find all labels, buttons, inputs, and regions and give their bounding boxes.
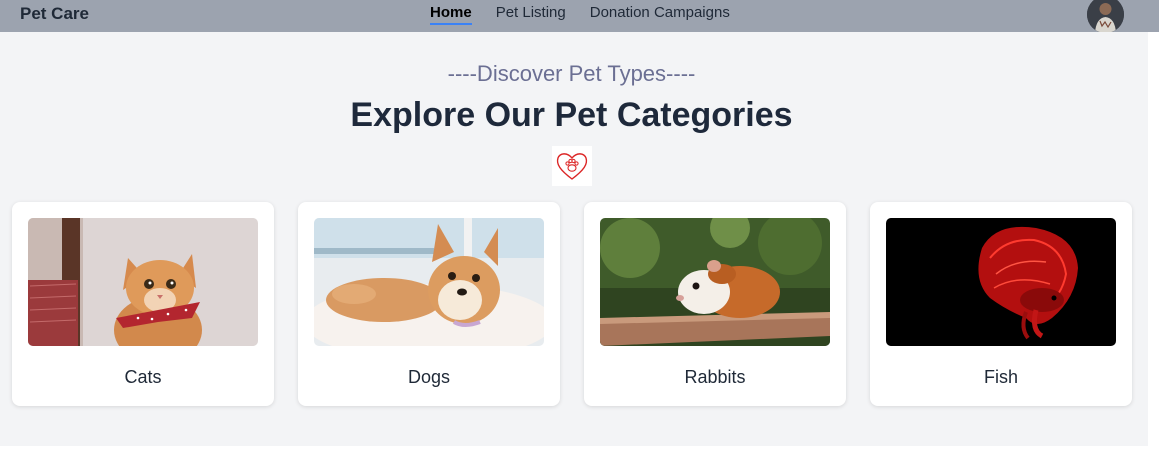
betta-fish-photo bbox=[886, 218, 1116, 346]
category-card-fish[interactable]: Fish bbox=[870, 202, 1132, 406]
nav-link-pet-listing[interactable]: Pet Listing bbox=[496, 4, 566, 25]
navbar: Pet Care Home Pet Listing Donation Campa… bbox=[0, 0, 1159, 33]
category-label: Fish bbox=[983, 367, 1018, 387]
section-subtitle: ----Discover Pet Types---- bbox=[447, 61, 696, 86]
nav-link-home[interactable]: Home bbox=[430, 4, 472, 25]
paw-heart-icon bbox=[552, 146, 592, 186]
category-card-cats[interactable]: Cats bbox=[12, 202, 274, 406]
brand-logo-text[interactable]: Pet Care bbox=[20, 4, 89, 24]
pet-categories-section: ----Discover Pet Types---- Explore Our P… bbox=[0, 32, 1148, 446]
dog-photo bbox=[314, 218, 544, 346]
category-card-dogs[interactable]: Dogs bbox=[298, 202, 560, 406]
category-label: Rabbits bbox=[684, 367, 746, 387]
nav-links: Home Pet Listing Donation Campaigns bbox=[430, 4, 730, 25]
section-title: Explore Our Pet Categories bbox=[350, 96, 793, 134]
cat-photo bbox=[28, 218, 258, 346]
category-label: Cats bbox=[124, 367, 162, 387]
category-label: Dogs bbox=[407, 367, 451, 387]
category-card-rabbits[interactable]: Rabbits bbox=[584, 202, 846, 406]
guinea-pig-photo bbox=[600, 218, 830, 346]
nav-link-donation-campaigns[interactable]: Donation Campaigns bbox=[590, 4, 730, 25]
user-avatar[interactable] bbox=[1087, 0, 1124, 33]
